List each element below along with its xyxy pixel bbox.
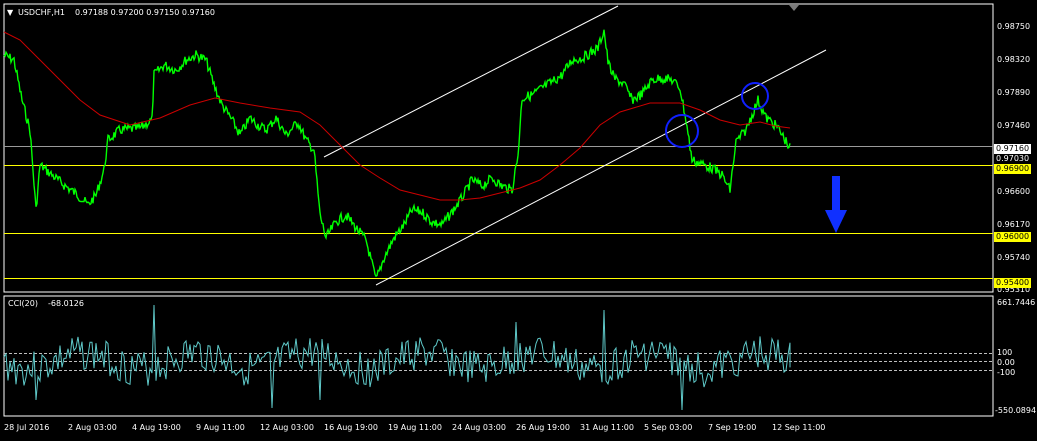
cci-tick: -100 bbox=[997, 368, 1016, 377]
indicator-name: CCI(20) bbox=[8, 299, 38, 308]
time-tick: 19 Aug 11:00 bbox=[388, 423, 442, 432]
time-tick: 24 Aug 03:00 bbox=[452, 423, 506, 432]
level-tag-0954: 0.95400 bbox=[994, 278, 1032, 288]
time-tick: 12 Aug 03:00 bbox=[260, 423, 314, 432]
cci-tick: -550.0894 bbox=[995, 406, 1037, 415]
symbol-label: USDCHF,H1 bbox=[18, 8, 65, 17]
chart-menu-icon[interactable]: ▼ bbox=[7, 8, 13, 18]
indicator-value: -68.0126 bbox=[48, 299, 84, 308]
cci-line bbox=[3, 304, 791, 411]
price-tick: 0.96170 bbox=[997, 220, 1031, 229]
level-tag-0960: 0.96000 bbox=[994, 232, 1032, 242]
scroll-marker-icon bbox=[789, 5, 799, 11]
ohlc-readout: 0.97188 0.97200 0.97150 0.97160 bbox=[75, 8, 215, 17]
cci-tick: 0.00 bbox=[997, 358, 1015, 367]
price-tick: 0.98320 bbox=[997, 55, 1031, 64]
down-arrow-head bbox=[825, 210, 847, 233]
price-tick: 0.97460 bbox=[997, 121, 1031, 130]
channel-lower-trendline bbox=[375, 49, 827, 286]
chart-canvas[interactable] bbox=[0, 0, 1037, 441]
price-tick: 0.97890 bbox=[997, 88, 1031, 97]
level-tag-0969: 0.96900 bbox=[994, 164, 1032, 174]
cci-tick: 661.7446 bbox=[997, 298, 1036, 307]
down-arrow-shaft bbox=[832, 176, 840, 214]
price-tick: 0.96600 bbox=[997, 187, 1031, 196]
current-price-tag: 0.97160 bbox=[994, 144, 1032, 154]
marker-price-tag: 0.97030 bbox=[996, 154, 1030, 163]
time-tick: 2 Aug 03:00 bbox=[68, 423, 117, 432]
time-tick: 4 Aug 19:00 bbox=[132, 423, 181, 432]
time-tick: 26 Aug 19:00 bbox=[516, 423, 570, 432]
time-tick: 9 Aug 11:00 bbox=[196, 423, 245, 432]
cci-tick: 100 bbox=[997, 348, 1013, 357]
time-tick: 31 Aug 11:00 bbox=[580, 423, 634, 432]
price-tick: 0.95740 bbox=[997, 253, 1031, 262]
price-line bbox=[3, 29, 791, 278]
time-tick: 7 Sep 19:00 bbox=[708, 423, 757, 432]
chart-window[interactable]: ▼ USDCHF,H1 0.97188 0.97200 0.97150 0.97… bbox=[0, 0, 1037, 441]
price-tick: 0.98750 bbox=[997, 22, 1031, 31]
time-tick: 28 Jul 2016 bbox=[4, 423, 50, 432]
time-tick: 16 Aug 19:00 bbox=[324, 423, 378, 432]
time-tick: 5 Sep 03:00 bbox=[644, 423, 693, 432]
price-pane-border bbox=[3, 3, 994, 293]
channel-upper-trendline bbox=[323, 5, 619, 158]
time-tick: 12 Sep 11:00 bbox=[772, 423, 826, 432]
moving-average-line bbox=[3, 31, 791, 201]
